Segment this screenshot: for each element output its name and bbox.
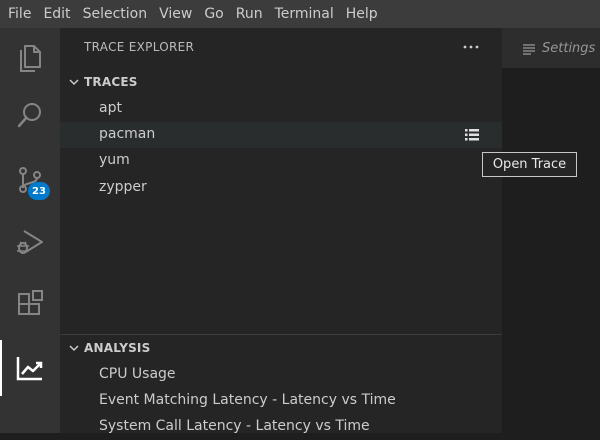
menu-file[interactable]: File [2,0,37,28]
files-icon [20,45,41,72]
trace-item[interactable]: apt [60,96,502,122]
open-trace-tooltip: Open Trace [482,152,577,177]
trace-item[interactable]: yum [60,148,502,174]
trace-item-label: apt [99,100,122,116]
ellipsis-icon[interactable] [460,36,482,58]
trace-item-label: yum [99,152,130,168]
menu-selection[interactable]: Selection [77,0,154,28]
trace-explorer-sidebar: TRACE EXPLORER TRACES apt pacman yum zyp… [60,28,502,434]
trace-item[interactable]: pacman [60,122,502,148]
traces-section-label: TRACES [84,75,138,89]
trace-item-label: pacman [99,126,156,142]
traces-section-header[interactable]: TRACES [60,69,502,95]
analysis-item[interactable]: Event Matching Latency - Latency vs Time [60,388,502,414]
activity-explorer[interactable] [0,28,60,84]
activity-run-debug[interactable] [0,214,60,270]
sidebar-header: TRACE EXPLORER [60,28,502,68]
menu-edit[interactable]: Edit [37,0,76,28]
activity-bar: 23 [0,28,60,433]
analysis-item-label: CPU Usage [99,366,176,382]
menu-run[interactable]: Run [230,0,269,28]
editor-area [502,68,600,433]
chevron-down-icon [64,338,84,358]
menu-bar: File Edit Selection View Go Run Terminal… [0,0,600,28]
analysis-item[interactable]: System Call Latency - Latency vs Time [60,414,502,440]
trace-chart-icon [16,357,43,381]
search-icon [17,103,41,128]
menu-view[interactable]: View [153,0,198,28]
trace-item-label: zypper [99,179,147,195]
analysis-item-label: System Call Latency - Latency vs Time [99,418,370,434]
activity-trace-viewer[interactable] [0,340,60,396]
activity-extensions[interactable] [0,276,60,332]
sidebar-title: TRACE EXPLORER [84,40,195,54]
menu-go[interactable]: Go [198,0,229,28]
settings-lines-icon [522,41,536,55]
trace-item[interactable]: zypper [60,175,502,201]
analysis-section-header[interactable]: ANALYSIS [60,335,502,361]
editor-tab-bar: Settings [502,28,600,68]
tab-settings-label: Settings [542,40,596,56]
analysis-item-label: Event Matching Latency - Latency vs Time [99,392,396,408]
menu-terminal[interactable]: Terminal [269,0,340,28]
source-control-badge: 23 [28,182,50,200]
menu-help[interactable]: Help [340,0,384,28]
extensions-icon [18,290,43,315]
activity-source-control[interactable]: 23 [0,152,60,208]
tab-settings[interactable]: Settings [502,28,600,68]
chevron-down-icon [64,72,84,92]
list-icon[interactable] [462,127,482,143]
analysis-item[interactable]: CPU Usage [60,362,502,388]
run-debug-icon [17,230,43,254]
activity-search[interactable] [0,88,60,144]
analysis-section-label: ANALYSIS [84,341,151,355]
